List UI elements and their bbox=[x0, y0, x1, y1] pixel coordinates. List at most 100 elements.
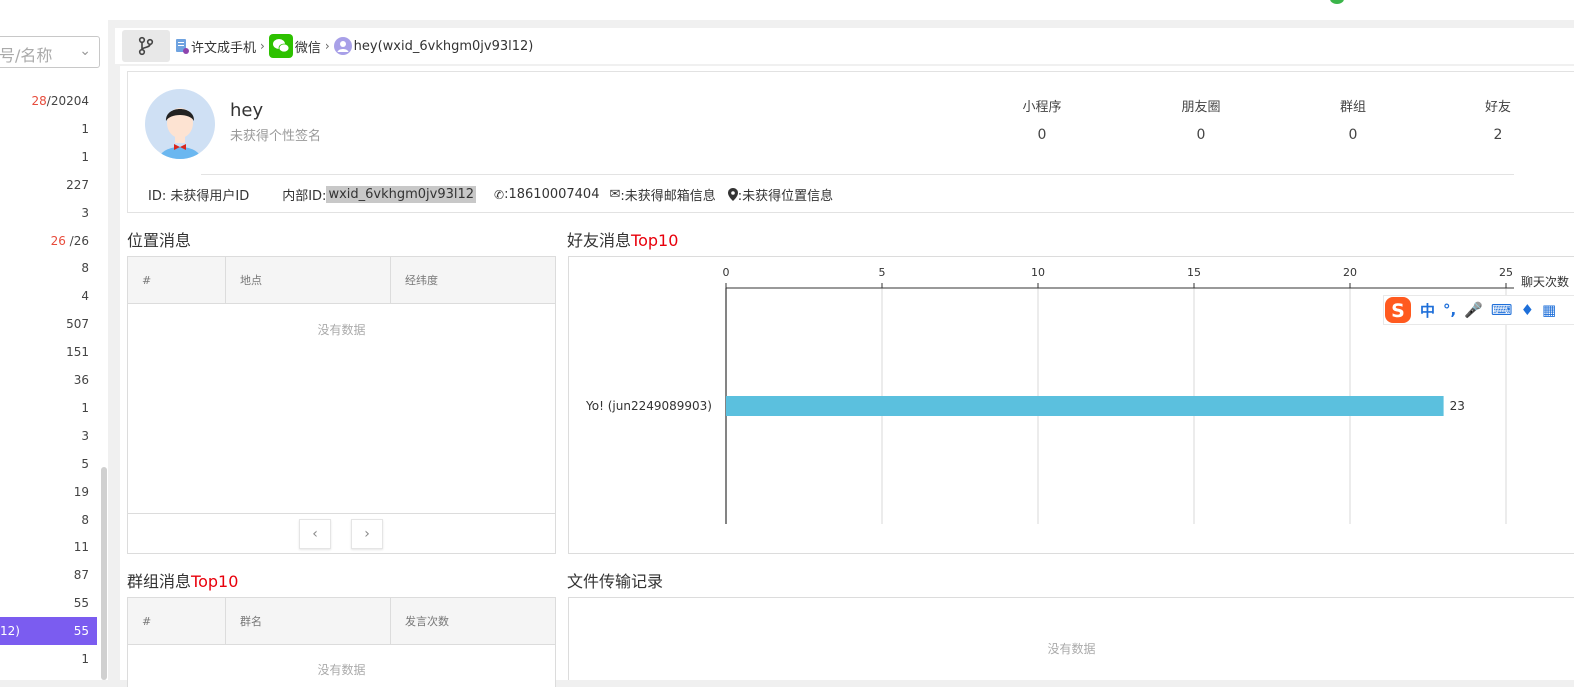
stat-groups[interactable]: 群组 0 bbox=[1303, 96, 1403, 143]
branch-button[interactable] bbox=[122, 30, 170, 62]
sidebar-count-row[interactable]: 4 bbox=[0, 282, 97, 310]
stat-value: 0 bbox=[1196, 127, 1206, 143]
x-tick-label: 25 bbox=[1499, 266, 1513, 279]
table-header: # 群名 发言次数 bbox=[128, 598, 555, 645]
title-highlight: Top10 bbox=[631, 231, 679, 250]
sidebar-count-row[interactable]: 87 bbox=[0, 561, 97, 589]
chevron-right-icon: › bbox=[364, 526, 370, 542]
total-count: 5 bbox=[81, 456, 89, 471]
microphone-icon[interactable]: 🎤 bbox=[1464, 301, 1483, 319]
breadcrumb-app[interactable]: 微信 bbox=[295, 37, 321, 56]
skin-shirt-icon[interactable]: ♦ bbox=[1521, 301, 1534, 319]
total-count: 3 bbox=[81, 428, 89, 443]
stat-label: 小程序 bbox=[1022, 100, 1062, 115]
sidebar-count-row[interactable]: 507 bbox=[0, 310, 97, 338]
unread-count: 28 bbox=[31, 94, 47, 108]
bar bbox=[726, 396, 1444, 416]
sidebar-count-row[interactable]: 8 bbox=[0, 254, 97, 282]
status-dot bbox=[1330, 0, 1344, 4]
breadcrumb-device[interactable]: 许文成手机 bbox=[191, 37, 256, 56]
search-placeholder: 号/名称 bbox=[0, 46, 53, 65]
phone-file-icon bbox=[175, 38, 189, 54]
breadcrumb: 许文成手机 › 微信 › hey(wxid_6vkhgm0jv93l12) bbox=[175, 28, 533, 64]
search-select[interactable]: 号/名称 ⌄ bbox=[0, 36, 100, 68]
column-header-coordinates[interactable]: 经纬度 bbox=[391, 257, 555, 303]
prev-page-button[interactable]: ‹ bbox=[299, 519, 331, 549]
title-highlight: Top10 bbox=[191, 572, 239, 591]
sidebar-count-row[interactable]: 227 bbox=[0, 171, 97, 199]
ime-chinese-mode[interactable]: 中 bbox=[1420, 300, 1435, 321]
sidebar-scrollbar[interactable] bbox=[101, 467, 107, 680]
keyboard-icon[interactable]: ⌨ bbox=[1491, 301, 1513, 319]
unread-count: 26 bbox=[50, 233, 66, 248]
stat-value: 0 bbox=[1348, 127, 1358, 143]
stat-label: 朋友圈 bbox=[1181, 100, 1221, 115]
stat-friends[interactable]: 好友 2 bbox=[1448, 96, 1548, 143]
ime-punctuation[interactable]: °, bbox=[1443, 301, 1456, 319]
sidebar-count-row[interactable]: 151 bbox=[0, 338, 97, 366]
profile-card: hey 未获得个性签名 小程序 0 朋友圈 0 群组 0 好友 2 ID: 未获得用户I… bbox=[127, 71, 1574, 213]
stat-label: 群组 bbox=[1339, 100, 1366, 115]
sidebar-count-row[interactable]: 1 bbox=[0, 143, 97, 171]
breadcrumb-separator: › bbox=[324, 39, 330, 53]
profile-signature: 未获得个性签名 bbox=[230, 129, 322, 144]
empty-text: 没有数据 bbox=[317, 663, 366, 677]
row-tag: 12) bbox=[0, 624, 20, 639]
stat-miniprogram[interactable]: 小程序 0 bbox=[992, 96, 1092, 143]
total-count: 87 bbox=[73, 568, 89, 583]
sidebar-count-row[interactable]: 55 bbox=[0, 589, 97, 617]
stat-label: 好友 bbox=[1484, 100, 1511, 115]
phone-number: :18610007404 bbox=[504, 187, 600, 202]
sidebar-count-row[interactable]: 36 bbox=[0, 366, 97, 394]
column-header-index[interactable]: # bbox=[128, 598, 226, 644]
sidebar-count-row[interactable]: 26 /26 bbox=[0, 227, 97, 255]
x-tick-label: 5 bbox=[879, 266, 886, 279]
total-count: 55 bbox=[73, 624, 89, 639]
column-header-index[interactable]: # bbox=[128, 257, 226, 303]
total-count: 1 bbox=[81, 400, 89, 415]
sidebar-count-row[interactable]: 1 bbox=[0, 115, 97, 143]
total-count: /26 bbox=[65, 233, 89, 248]
sidebar-count-row[interactable]: 3 bbox=[0, 199, 97, 227]
sidebar-count-row[interactable]: 1 bbox=[0, 394, 97, 422]
sidebar-count-row[interactable]: 12) 55 bbox=[0, 617, 97, 646]
x-tick-label: 15 bbox=[1187, 266, 1201, 279]
next-page-button[interactable]: › bbox=[351, 519, 383, 549]
sidebar-count-row[interactable]: 19 bbox=[0, 478, 97, 506]
total-count: 19 bbox=[73, 484, 89, 499]
empty-text: 没有数据 bbox=[317, 323, 366, 337]
x-tick-label: 10 bbox=[1031, 266, 1045, 279]
sidebar-count-row[interactable]: 1 bbox=[0, 645, 97, 673]
column-header-message-count[interactable]: 发言次数 bbox=[391, 598, 555, 644]
file-transfer-panel: 没有数据 bbox=[568, 597, 1574, 680]
sidebar-count-row[interactable]: 11 bbox=[0, 533, 97, 561]
ime-toolbar[interactable]: S 中 °, 🎤 ⌨ ♦ ▦ bbox=[1383, 295, 1574, 325]
breadcrumb-separator: › bbox=[260, 39, 265, 53]
breadcrumb-contact[interactable]: hey(wxid_6vkhgm0jv93l12) bbox=[354, 39, 534, 54]
group-top10-table: # 群名 发言次数 没有数据 bbox=[127, 597, 556, 687]
total-count: 8 bbox=[81, 512, 89, 527]
branch-icon bbox=[138, 36, 154, 56]
mail-icon: ✉ bbox=[609, 187, 621, 202]
x-axis-label: 聊天次数 bbox=[1521, 274, 1569, 289]
group-top10-title: 群组消息Top10 bbox=[127, 568, 238, 592]
column-header-place[interactable]: 地点 bbox=[226, 257, 391, 303]
column-header-group-name[interactable]: 群名 bbox=[226, 598, 391, 644]
x-tick-label: 0 bbox=[723, 266, 730, 279]
sidebar-count-row[interactable]: 28/20204 bbox=[0, 87, 97, 115]
sogou-logo-icon: S bbox=[1385, 297, 1411, 323]
sidebar-count-row[interactable]: 8 bbox=[0, 506, 97, 534]
stat-moments[interactable]: 朋友圈 0 bbox=[1151, 96, 1251, 143]
title-text: 群组消息 bbox=[127, 572, 192, 591]
category-label: Yo! (jun2249089903) bbox=[585, 399, 712, 413]
main-panel: hey 未获得个性签名 小程序 0 朋友圈 0 群组 0 好友 2 ID: 未获得用户I… bbox=[120, 66, 1574, 687]
total-count: 55 bbox=[73, 596, 89, 611]
grid-apps-icon[interactable]: ▦ bbox=[1542, 301, 1556, 319]
location-messages-title: 位置消息 bbox=[127, 231, 192, 250]
email-info: :未获得邮箱信息 bbox=[620, 189, 716, 204]
user-avatar-icon bbox=[333, 37, 352, 55]
internal-id-value[interactable]: wxid_6vkhgm0jv93l12 bbox=[326, 186, 477, 203]
sidebar-count-row[interactable]: 3 bbox=[0, 422, 97, 450]
sidebar-count-row[interactable]: 5 bbox=[0, 450, 97, 478]
total-count: 4 bbox=[81, 289, 89, 304]
